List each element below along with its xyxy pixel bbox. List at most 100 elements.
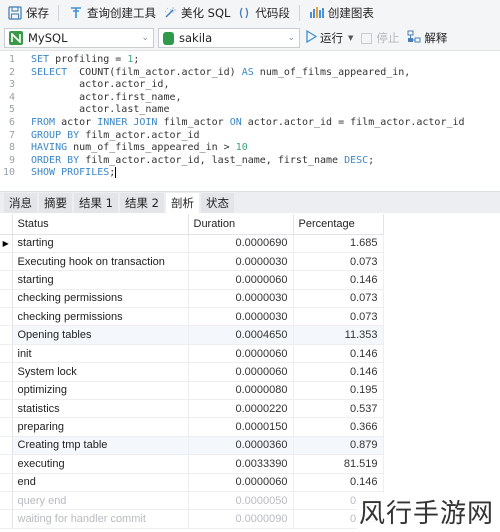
percentage-cell[interactable]: 0.073 [293,307,384,327]
duration-cell[interactable]: 0.0000050 [188,491,294,511]
code-line[interactable]: 1 SET profiling = 1; [0,54,500,67]
percentage-cell[interactable]: 0.195 [293,381,384,401]
status-cell[interactable]: statistics [12,399,189,419]
duration-cell[interactable]: 0.0000060 [188,344,294,364]
status-cell[interactable]: checking permissions [12,289,189,309]
duration-cell[interactable]: 0.0000220 [188,399,294,419]
code-line[interactable]: 8 HAVING num_of_films_appeared_in > 10 [0,142,500,155]
table-row[interactable]: checking permissions 0.0000030 0.073 [0,307,384,327]
run-dropdown-icon[interactable]: ▼ [348,34,353,42]
table-row[interactable]: Executing hook on transaction 0.0000030 0.… [0,252,384,272]
duration-cell[interactable]: 0.0000030 [188,252,294,272]
explain-button[interactable]: 解释 [407,30,447,46]
query-builder-button[interactable]: 查询创建工具 [65,2,159,24]
table-row[interactable]: end 0.0000060 0.146 [0,473,384,492]
status-cell[interactable]: checking permissions [12,307,189,327]
run-button[interactable]: 运行 ▼ [306,29,353,46]
table-row[interactable]: init 0.0000060 0.146 [0,344,384,364]
connection-value: MySQL [28,31,68,45]
duration-cell[interactable]: 0.0000150 [188,417,294,437]
duration-cell[interactable]: 0.0000090 [188,509,294,529]
percentage-cell[interactable]: 0.146 [293,473,384,492]
percentage-cell[interactable]: 11.353 [293,325,384,345]
save-button[interactable]: 保存 [4,2,52,24]
stop-button[interactable]: 停止 [361,30,399,46]
duration-cell[interactable]: 0.0000030 [188,307,294,327]
percentage-cell[interactable]: 0.073 [293,252,384,272]
status-cell[interactable]: waiting for handler commit [12,509,189,529]
percentage-cell[interactable]: 1.685 [293,234,384,253]
duration-cell[interactable]: 0.0000360 [188,436,294,456]
table-row[interactable]: statistics 0.0000220 0.537 [0,399,384,419]
status-cell[interactable]: init [12,344,189,364]
status-cell[interactable]: Opening tables [12,325,189,345]
table-row[interactable]: optimizing 0.0000080 0.195 [0,381,384,401]
code-line[interactable]: 9 ORDER BY film_actor.actor_id, last_name… [0,155,500,168]
column-header-duration[interactable]: Duration [188,214,294,235]
status-cell[interactable]: System lock [12,362,189,382]
tab-5[interactable]: 状态 [200,193,234,213]
tab-3[interactable]: 结果 2 [119,193,164,213]
duration-cell[interactable]: 0.0000060 [188,473,294,492]
percentage-cell[interactable]: 0.537 [293,399,384,419]
percentage-cell[interactable]: 0.366 [293,417,384,437]
table-row[interactable]: waiting for handler commit0.00000900.220 [0,509,384,529]
code-line[interactable]: 7 GROUP BY film_actor.actor_id [0,130,500,143]
percentage-cell[interactable]: 81.519 [293,454,384,474]
status-cell[interactable]: query end [12,491,189,511]
percentage-cell[interactable]: 0.879 [293,436,384,456]
database-select[interactable]: sakila ⌄ [158,28,300,48]
explain-label: 解释 [424,31,448,45]
table-row[interactable]: Creating tmp table 0.0000360 0.879 [0,436,384,456]
create-chart-button[interactable]: 创建图表 [306,2,377,24]
watermark: 风行手游网 [356,493,496,530]
tab-4[interactable]: 剖析 [165,193,199,213]
status-cell[interactable]: starting [12,234,189,253]
column-header-percentage[interactable]: Percentage [293,214,384,235]
beautify-sql-button[interactable]: 美化 SQL [159,2,233,24]
duration-cell[interactable]: 0.0000060 [188,362,294,382]
percentage-cell[interactable]: 0.146 [293,344,384,364]
tab-1[interactable]: 摘要 [39,193,72,213]
table-row[interactable]: query end0.00000500.122 [0,491,384,511]
duration-cell[interactable]: 0.0000060 [188,270,294,290]
status-cell[interactable]: starting [12,270,189,290]
tab-2[interactable]: 结果 1 [74,193,118,213]
duration-cell[interactable]: 0.0004650 [188,325,294,345]
line-number: 3 [8,79,15,91]
table-row[interactable]: executing 0.0033390 81.519 [0,454,384,474]
status-cell[interactable]: end [12,473,189,492]
status-cell[interactable]: optimizing [12,381,189,401]
code-line[interactable]: 6 FROM actor INNER JOIN film_actor ON act… [0,117,500,130]
column-header-status[interactable]: Status [12,214,189,235]
status-cell[interactable]: Executing hook on transaction [12,252,189,272]
table-row[interactable]: starting 0.0000060 0.146 [0,270,384,290]
code-line[interactable]: 4 actor.first_name, [0,92,500,105]
duration-cell[interactable]: 0.0033390 [188,454,294,474]
sql-editor[interactable]: 1 SET profiling = 1; 2 SELECT COUNT(film_ac… [0,50,500,190]
percentage-cell[interactable]: 0.146 [293,270,384,290]
percentage-cell[interactable]: 0.146 [293,362,384,382]
sql-text: COUNT(film_actor.actor_id) [67,66,242,78]
duration-cell[interactable]: 0.0000080 [188,381,294,401]
table-row[interactable]: System lock 0.0000060 0.146 [0,362,384,382]
status-cell[interactable]: preparing [12,417,189,437]
code-line[interactable]: 10 SHOW PROFILES; [0,167,500,180]
connection-select[interactable]: MySQL ⌄ [4,28,154,48]
code-line[interactable]: 5 actor.last_name [0,104,500,117]
percentage-cell[interactable]: 0.073 [293,289,384,309]
code-line[interactable]: 2 SELECT COUNT(film_actor.actor_id) AS nu… [0,67,500,80]
table-row[interactable]: ▶ starting 0.0000690 1.685 [0,234,384,253]
table-row[interactable]: Opening tables 0.0004650 11.353 [0,325,384,345]
table-row[interactable]: checking permissions 0.0000030 0.073 [0,289,384,309]
sql-text: actor.actor_id, [31,79,170,91]
duration-cell[interactable]: 0.0000690 [188,234,294,253]
status-cell[interactable]: Creating tmp table [12,436,189,456]
run-controls: 运行 ▼ 停止 解释 [306,29,455,46]
table-row[interactable]: preparing 0.0000150 0.366 [0,417,384,437]
duration-cell[interactable]: 0.0000030 [188,289,294,309]
code-snippet-button[interactable]: 代码段 [233,2,293,24]
tab-0[interactable]: 消息 [4,193,37,213]
code-line[interactable]: 3 actor.actor_id, [0,79,500,92]
status-cell[interactable]: executing [12,454,189,474]
